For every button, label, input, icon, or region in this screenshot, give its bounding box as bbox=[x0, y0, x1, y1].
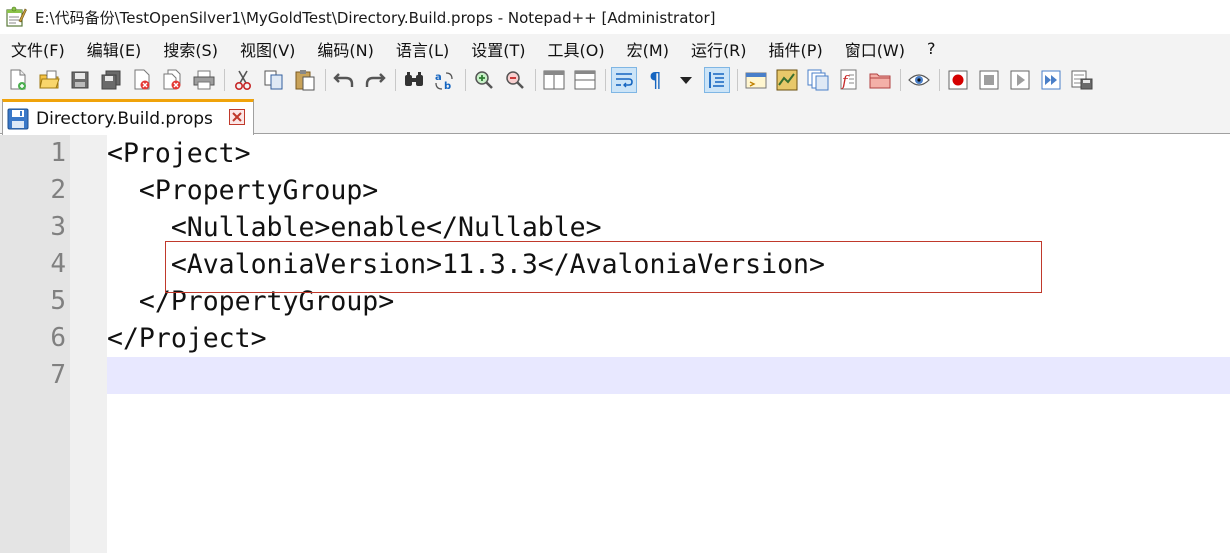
line-number: 6 bbox=[50, 323, 66, 353]
code-line[interactable]: <Project> bbox=[107, 135, 251, 172]
toolbar-separator bbox=[535, 68, 536, 91]
svg-text:a: a bbox=[435, 72, 442, 83]
save-icon[interactable] bbox=[67, 67, 93, 93]
line-number: 5 bbox=[50, 286, 66, 316]
toolbar-separator bbox=[224, 68, 225, 91]
svg-text:¶: ¶ bbox=[649, 69, 662, 91]
toolbar-separator bbox=[605, 68, 606, 91]
toolbar-separator bbox=[325, 68, 326, 91]
close-icon[interactable] bbox=[129, 67, 155, 93]
indent-guide-icon[interactable] bbox=[704, 66, 730, 93]
stop-record-icon[interactable] bbox=[976, 67, 1002, 93]
toolbar: ab ¶ f bbox=[0, 63, 1230, 96]
menu-settings[interactable]: 设置(T) bbox=[460, 37, 536, 61]
editor[interactable]: 1 2 3 4 5 6 7 <Project> <PropertyGroup> … bbox=[0, 135, 1230, 553]
line-number: 3 bbox=[50, 212, 66, 242]
monitoring-icon[interactable] bbox=[906, 67, 932, 93]
new-file-icon[interactable] bbox=[5, 67, 31, 93]
line-number: 7 bbox=[50, 360, 66, 390]
function-list-icon[interactable]: f bbox=[836, 67, 862, 93]
toolbar-separator bbox=[939, 68, 940, 91]
record-macro-icon[interactable] bbox=[945, 67, 971, 93]
window-title: E:\代码备份\TestOpenSilver1\MyGoldTest\Direc… bbox=[35, 8, 716, 27]
svg-text:b: b bbox=[444, 81, 451, 91]
toolbar-separator bbox=[900, 68, 901, 91]
save-icon bbox=[7, 108, 29, 130]
menu-edit[interactable]: 编辑(E) bbox=[76, 37, 153, 61]
folder-workspace-icon[interactable] bbox=[867, 67, 893, 93]
menu-plugins[interactable]: 插件(P) bbox=[758, 37, 834, 61]
copy-icon[interactable] bbox=[261, 67, 287, 93]
paste-icon[interactable] bbox=[292, 67, 318, 93]
zoom-out-icon[interactable] bbox=[502, 67, 528, 93]
menu-search[interactable]: 搜索(S) bbox=[152, 37, 229, 61]
save-all-icon[interactable] bbox=[98, 67, 124, 93]
menu-help[interactable]: ? bbox=[916, 39, 947, 58]
title-bar: E:\代码备份\TestOpenSilver1\MyGoldTest\Direc… bbox=[0, 0, 1230, 34]
current-line-highlight bbox=[107, 357, 1230, 394]
doc-list-icon[interactable] bbox=[805, 67, 831, 93]
toolbar-separator bbox=[465, 68, 466, 91]
fold-margin[interactable] bbox=[70, 135, 107, 553]
undo-icon[interactable] bbox=[331, 67, 357, 93]
menu-file[interactable]: 文件(F) bbox=[0, 37, 76, 61]
play-macro-icon[interactable] bbox=[1007, 67, 1033, 93]
tab-bar: Directory.Build.props bbox=[0, 96, 1230, 135]
line-number: 1 bbox=[50, 138, 66, 168]
show-all-chars-icon[interactable]: ¶ bbox=[642, 67, 668, 93]
code-line[interactable]: </Project> bbox=[107, 320, 267, 357]
udl-icon[interactable] bbox=[743, 67, 769, 93]
notepad-plus-plus-icon bbox=[5, 6, 27, 28]
toolbar-separator bbox=[737, 68, 738, 91]
sync-vertical-icon[interactable] bbox=[541, 67, 567, 93]
menu-encoding[interactable]: 编码(N) bbox=[306, 37, 384, 61]
tab-label: Directory.Build.props bbox=[36, 108, 213, 129]
menu-run[interactable]: 运行(R) bbox=[680, 37, 758, 61]
open-file-icon[interactable] bbox=[36, 67, 62, 93]
close-icon[interactable] bbox=[229, 109, 245, 125]
word-wrap-icon[interactable] bbox=[611, 66, 637, 93]
toolbar-separator bbox=[395, 68, 396, 91]
tab-directory-build-props[interactable]: Directory.Build.props bbox=[2, 99, 254, 135]
menu-tools[interactable]: 工具(O) bbox=[537, 37, 616, 61]
sync-horizontal-icon[interactable] bbox=[572, 67, 598, 93]
run-macro-multiple-icon[interactable] bbox=[1038, 67, 1064, 93]
find-icon[interactable] bbox=[401, 67, 427, 93]
menu-macro[interactable]: 宏(M) bbox=[616, 37, 680, 61]
save-macro-icon[interactable] bbox=[1069, 67, 1095, 93]
code-line[interactable]: <PropertyGroup> bbox=[107, 172, 378, 209]
cut-icon[interactable] bbox=[230, 67, 256, 93]
line-number: 2 bbox=[50, 175, 66, 205]
dropdown-arrow-icon[interactable] bbox=[673, 67, 699, 93]
menu-view[interactable]: 视图(V) bbox=[229, 37, 306, 61]
menu-language[interactable]: 语言(L) bbox=[385, 37, 460, 61]
line-number: 4 bbox=[50, 249, 66, 279]
replace-icon[interactable]: ab bbox=[432, 67, 458, 93]
menu-bar: 文件(F) 编辑(E) 搜索(S) 视图(V) 编码(N) 语言(L) 设置(T… bbox=[0, 34, 1230, 63]
zoom-in-icon[interactable] bbox=[471, 67, 497, 93]
print-icon[interactable] bbox=[191, 67, 217, 93]
annotation-highlight-box bbox=[165, 241, 1042, 293]
close-all-icon[interactable] bbox=[160, 67, 186, 93]
redo-icon[interactable] bbox=[362, 67, 388, 93]
menu-window[interactable]: 窗口(W) bbox=[834, 37, 916, 61]
doc-map-icon[interactable] bbox=[774, 67, 800, 93]
